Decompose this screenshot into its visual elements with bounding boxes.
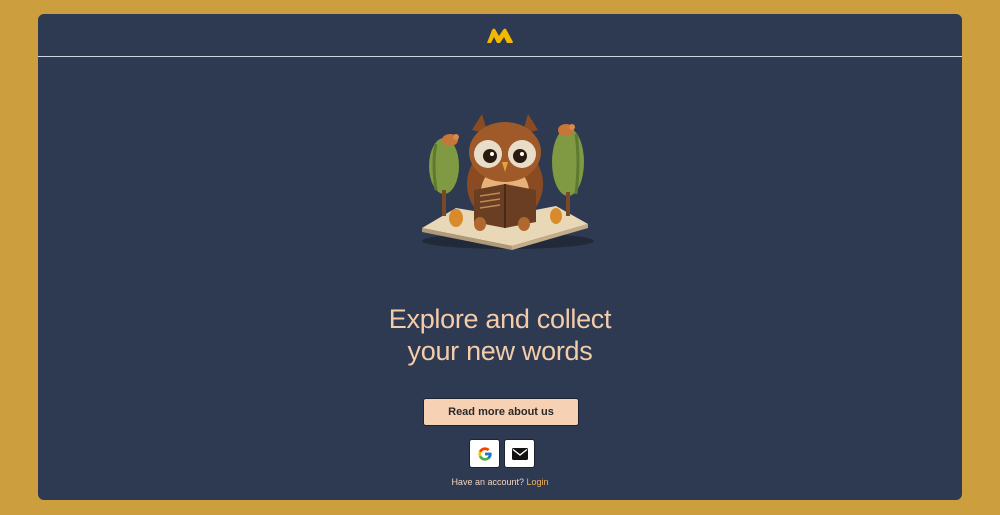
headline-line-1: Explore and collect [388,304,612,334]
read-more-button[interactable]: Read more about us [423,398,579,426]
envelope-icon [511,447,528,460]
login-link[interactable]: Login [527,477,549,487]
have-account-text: Have an account? [451,477,524,487]
headline-line-2: your new words [407,336,593,366]
headline: Explore and collect your new words [38,303,962,367]
main-card: Explore and collect your new words Read … [38,14,962,500]
google-icon [477,446,492,461]
google-login-button[interactable] [469,439,500,468]
login-prompt: Have an account? Login [38,477,962,487]
m-logo-icon[interactable] [486,28,514,44]
email-login-button[interactable] [504,439,535,468]
top-header [38,14,962,57]
owl-reading-book-illustration [422,114,594,250]
